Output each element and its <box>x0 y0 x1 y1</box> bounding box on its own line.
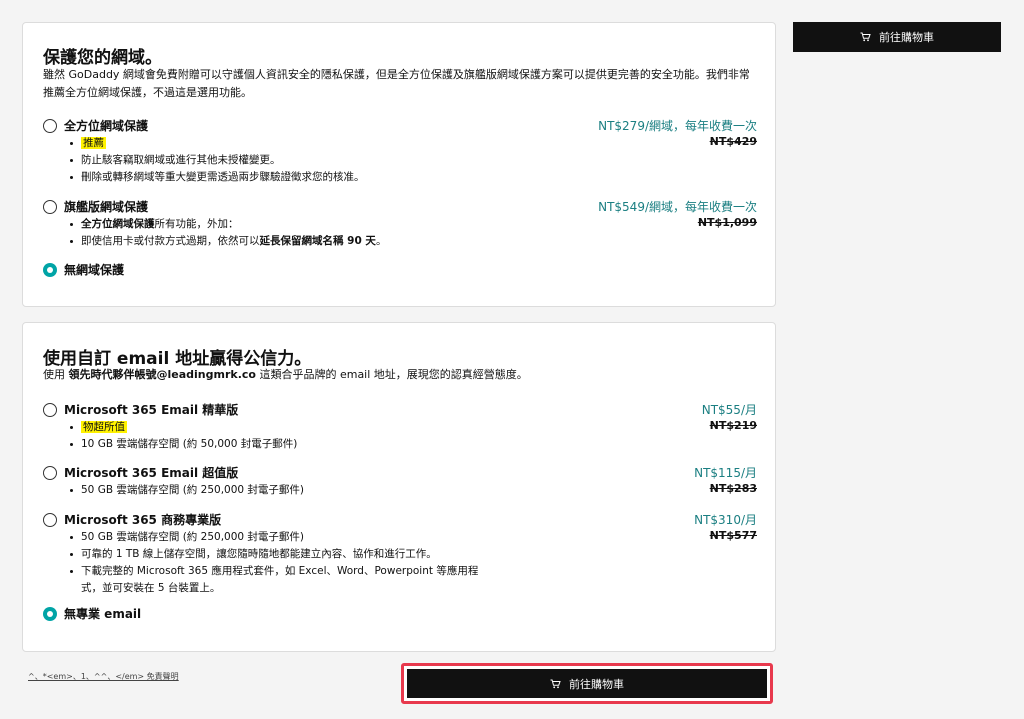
go-to-cart-button-bottom[interactable]: 前往購物車 <box>407 669 767 698</box>
feature-item: 物超所值 <box>69 419 297 436</box>
professional-email-description: 使用 領先時代夥伴帳號@leadingmrk.co 這類合乎品牌的 email … <box>43 366 759 384</box>
option-features: 推薦 防止駭客竊取網域或進行其他未授權變更。 刪除或轉移網域等重大變更需透過兩步… <box>70 135 365 186</box>
option-name: 無專業 email <box>64 607 142 621</box>
recommended-badge: 推薦 <box>81 137 106 149</box>
option-name: Microsoft 365 Email 精華版 <box>64 403 239 417</box>
no-protection-radio[interactable] <box>43 263 57 277</box>
domain-protection-title: 保護您的網域。 <box>43 48 162 68</box>
option-name: Microsoft 365 商務專業版 <box>64 513 222 527</box>
feature-item-continued: 式，並可安裝在 5 台裝置上。 <box>81 582 221 594</box>
feature-text: 所有功能，外加： <box>154 218 239 230</box>
feature-item: 50 GB 雲端儲存空間 (約 250,000 封電子郵件) <box>69 529 478 546</box>
disclaimer-link[interactable]: ^、*<em>、1、^^、</em> 免責聲明 <box>28 671 179 682</box>
domain-protection-card: 保護您的網域。 雖然 GoDaddy 網域會免費附贈可以守護個人資訊安全的隱私保… <box>22 22 776 307</box>
option-m365-email-plus[interactable]: Microsoft 365 Email 超值版 NT$115/月 NT$283 … <box>43 464 757 499</box>
option-no-domain-protection[interactable]: 無網域保護 <box>43 261 757 281</box>
option-premium-domain-protection[interactable]: 旗艦版網域保護 NT$549/網域，每年收費一次 NT$1,099 全方位網域保… <box>43 198 757 248</box>
feature-item: 防止駭客竊取網域或進行其他未授權變更。 <box>70 152 365 169</box>
option-original-price: NT$1,099 <box>697 216 757 229</box>
m365-plus-radio[interactable] <box>43 466 57 480</box>
best-value-badge: 物超所值 <box>81 421 127 433</box>
feature-item: 全方位網域保護所有功能，外加： <box>69 216 386 233</box>
option-features: 全方位網域保護所有功能，外加： 即使信用卡或付款方式過期，依然可以延長保留網域名… <box>69 216 387 250</box>
desc-text: 這類合乎品牌的 email 地址，展現您的認真經營態度。 <box>255 368 528 381</box>
feature-item: 即使信用卡或付款方式過期，依然可以延長保留網域名稱 90 天。 <box>69 233 387 250</box>
option-price: NT$549/網域，每年收費一次 <box>598 200 757 214</box>
option-price: NT$115/月 <box>694 466 757 480</box>
option-name: Microsoft 365 Email 超值版 <box>64 466 239 480</box>
feature-item: 刪除或轉移網域等重大變更需透過兩步驟驗證徵求您的核准。 <box>70 169 365 186</box>
option-m365-email-essentials[interactable]: Microsoft 365 Email 精華版 NT$55/月 NT$219 物… <box>43 401 757 451</box>
go-to-cart-label: 前往購物車 <box>569 678 624 691</box>
option-full-domain-protection[interactable]: 全方位網域保護 NT$279/網域，每年收費一次 NT$429 推薦 防止駭客竊… <box>43 117 757 183</box>
option-m365-business-professional[interactable]: Microsoft 365 商務專業版 NT$310/月 NT$577 50 G… <box>43 511 757 597</box>
go-to-cart-button-top[interactable]: 前往購物車 <box>793 22 1001 52</box>
feature-bold: 延長保留網域名稱 90 天 <box>259 235 376 247</box>
feature-item: 推薦 <box>70 135 365 152</box>
option-price: NT$310/月 <box>694 513 757 527</box>
feature-text: 即使信用卡或付款方式過期，依然可以 <box>81 235 260 247</box>
option-original-price: NT$429 <box>709 135 757 148</box>
go-to-cart-label: 前往購物車 <box>879 32 934 44</box>
professional-email-card: 使用自訂 email 地址贏得公信力。 使用 領先時代夥伴帳號@leadingm… <box>22 322 776 652</box>
option-original-price: NT$283 <box>709 482 757 495</box>
option-original-price: NT$577 <box>709 529 757 542</box>
option-features: 物超所值 10 GB 雲端儲存空間 (約 50,000 封電子郵件) <box>69 419 297 453</box>
m365-business-radio[interactable] <box>43 513 57 527</box>
option-name: 無網域保護 <box>64 263 125 277</box>
option-features: 50 GB 雲端儲存空間 (約 250,000 封電子郵件) <box>69 482 304 499</box>
m365-essentials-radio[interactable] <box>43 403 57 417</box>
go-to-cart-focus-ring: 前往購物車 <box>401 663 773 704</box>
feature-text: 。 <box>375 235 387 247</box>
feature-item: 50 GB 雲端儲存空間 (約 250,000 封電子郵件) <box>69 482 304 499</box>
desc-example-address: 領先時代夥伴帳號@leadingmrk.co <box>68 368 256 381</box>
desc-text: 使用 <box>43 368 69 381</box>
feature-item: 可靠的 1 TB 線上儲存空間，讓您隨時隨地都能建立內容、協作和進行工作。 <box>69 546 478 563</box>
option-name: 旗艦版網域保護 <box>64 200 149 214</box>
option-price: NT$55/月 <box>701 403 757 417</box>
full-protection-radio[interactable] <box>43 119 57 133</box>
option-features: 50 GB 雲端儲存空間 (約 250,000 封電子郵件) 可靠的 1 TB … <box>69 529 478 597</box>
cart-icon <box>860 32 871 42</box>
no-email-radio[interactable] <box>43 607 57 621</box>
feature-item: 下載完整的 Microsoft 365 應用程式套件，如 Excel、Word、… <box>69 563 478 580</box>
feature-item: 10 GB 雲端儲存空間 (約 50,000 封電子郵件) <box>69 436 297 453</box>
option-price: NT$279/網域，每年收費一次 <box>598 119 757 133</box>
option-no-professional-email[interactable]: 無專業 email <box>43 605 757 625</box>
option-name: 全方位網域保護 <box>64 119 149 133</box>
option-original-price: NT$219 <box>709 419 757 432</box>
cart-icon <box>550 679 561 689</box>
premium-protection-radio[interactable] <box>43 200 57 214</box>
domain-protection-description: 雖然 GoDaddy 網域會免費附贈可以守護個人資訊安全的隱私保護，但是全方位保… <box>43 68 750 99</box>
feature-bold: 全方位網域保護 <box>81 218 155 230</box>
